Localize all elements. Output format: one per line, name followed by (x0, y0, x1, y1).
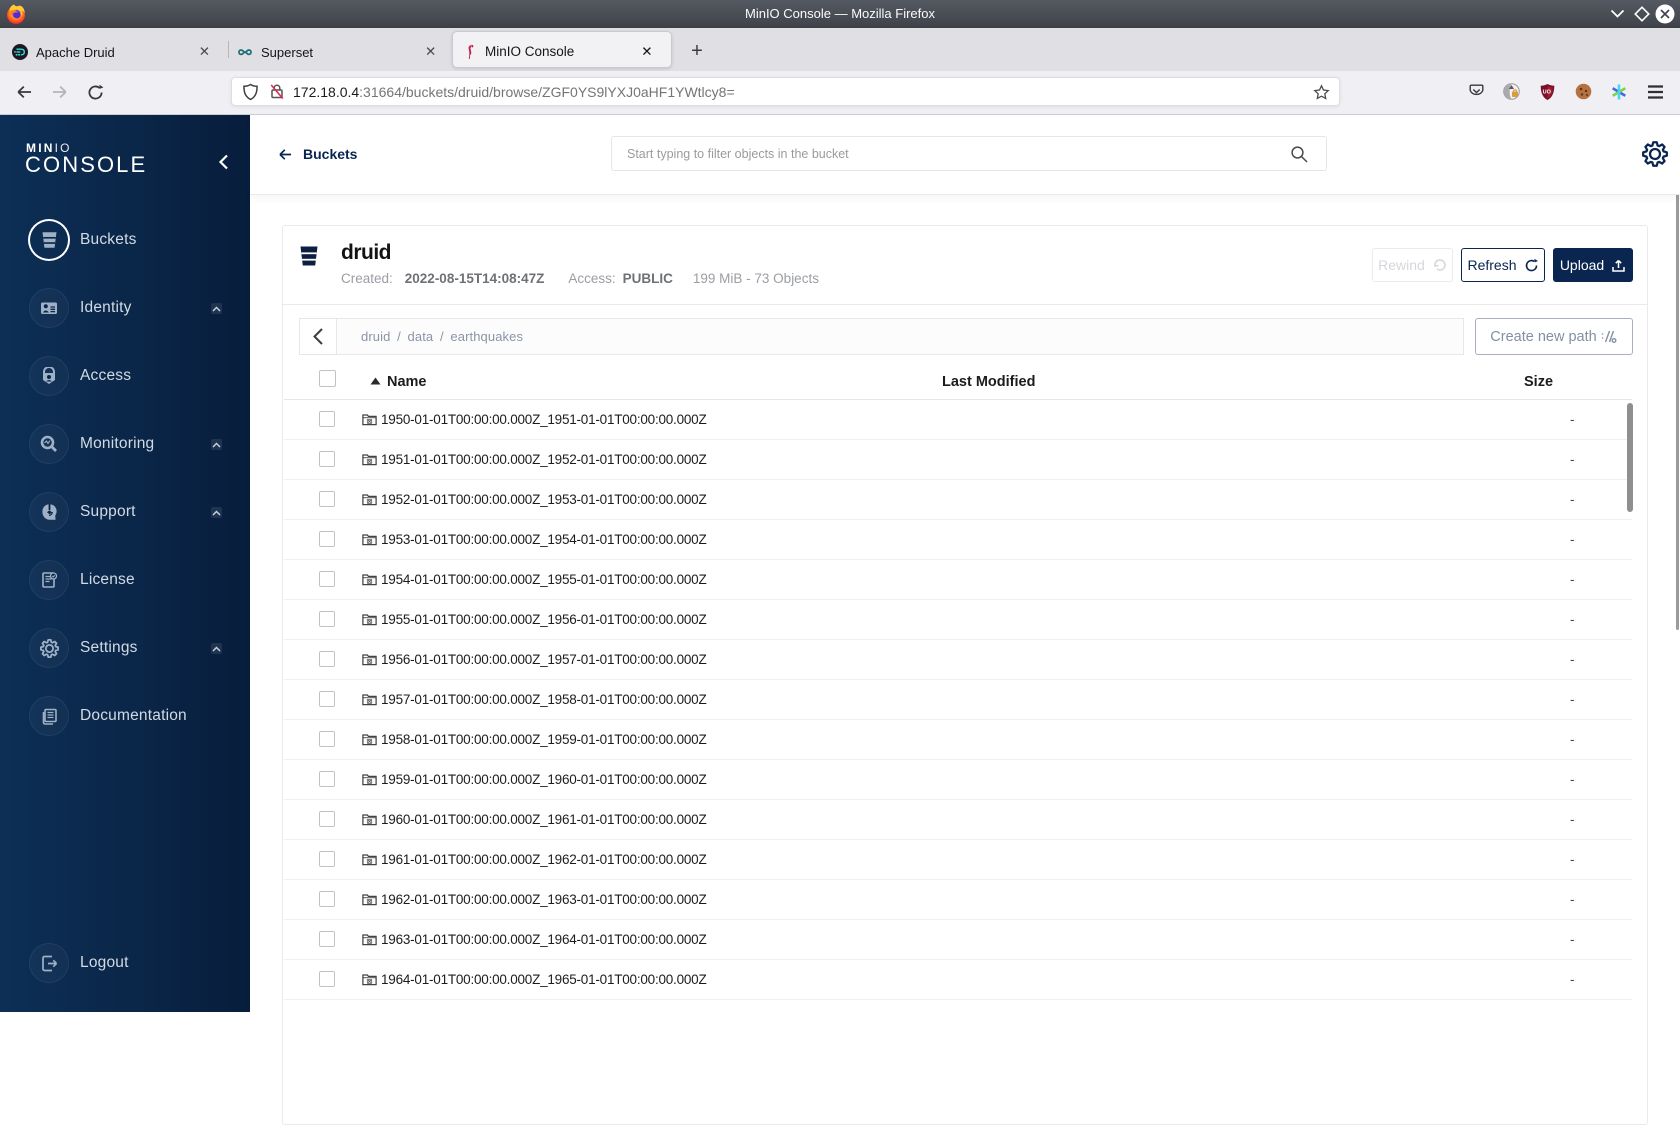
svg-text:UO: UO (1543, 90, 1552, 96)
